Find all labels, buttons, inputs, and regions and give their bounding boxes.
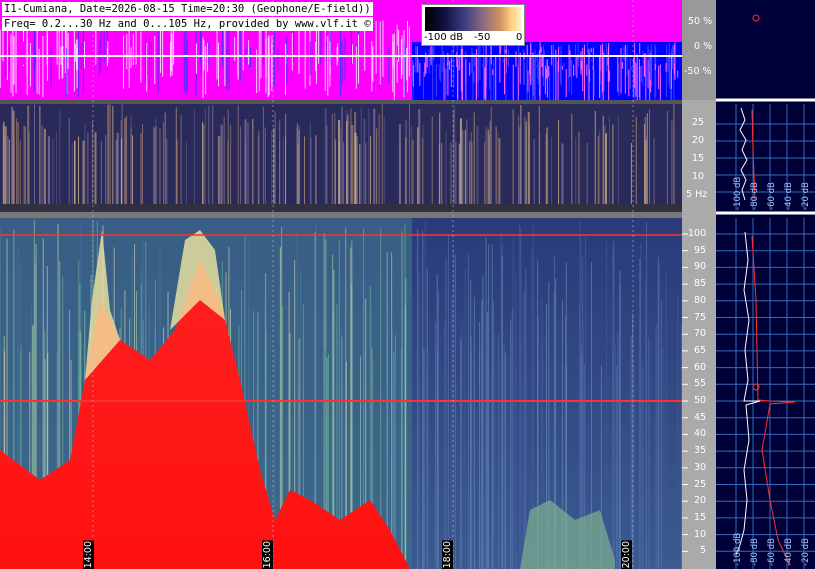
time-label: 18:00 [442, 540, 453, 569]
spec-db-label: -100 dB [733, 176, 743, 210]
hf-tick: 90 [694, 261, 707, 273]
colorbar: -100 dB -50 0 [421, 4, 525, 46]
hf-tick: 80 [694, 294, 707, 306]
colorbar-label-max: 0 [516, 32, 523, 43]
time-label: 14:00 [83, 540, 94, 569]
time-label: 16:00 [262, 540, 273, 569]
lf-tick: 20 [692, 135, 705, 146]
spec-db-label: -60 dB [767, 538, 777, 566]
hf-tick: 20 [694, 495, 707, 507]
hf-tick: 95 [694, 244, 707, 256]
spec-db-label: -40 dB [784, 182, 794, 210]
spec-db-label: -80 dB [750, 182, 760, 210]
amp-tick: 0 % [694, 41, 713, 52]
hf-tick: 60 [694, 361, 707, 373]
hf-tick: 50 [694, 395, 707, 406]
hf-tick: 40 [694, 428, 707, 440]
spec-db-label: -20 dB [801, 538, 811, 566]
hf-tick: 10 [694, 528, 707, 540]
hf-tick: 75 [694, 311, 707, 323]
lf-tick: 10 [692, 171, 705, 182]
lf-tick: 25 [692, 117, 705, 128]
colorbar-label-min: -100 dB [424, 32, 464, 43]
high-frequency-spectrogram [0, 218, 683, 569]
spec-db-label: -100 dB [733, 532, 743, 566]
hf-tick: 45 [694, 411, 707, 423]
hf-tick: 25 [694, 478, 707, 490]
spectrum-panel [716, 0, 815, 569]
lf-tick: 5 Hz [686, 189, 708, 200]
spectrogram-display [0, 0, 815, 569]
hf-tick: 5 [700, 545, 707, 557]
spec-db-label: -40 dB [784, 538, 794, 566]
header-title: I1-Cumiana, Date=2026-08-15 Time=20:30 (… [2, 2, 373, 16]
header-frequency: Freq= 0.2...30 Hz and 0...105 Hz, provid… [2, 17, 373, 31]
colorbar-gradient [425, 7, 521, 31]
lf-tick: 15 [692, 153, 705, 164]
hf-tick: 30 [694, 461, 707, 473]
spec-db-label: -60 dB [767, 182, 777, 210]
spec-db-label: -80 dB [750, 538, 760, 566]
hf-tick: 85 [694, 278, 707, 290]
spec-db-label: -20 dB [801, 182, 811, 210]
amp-tick: 50 % [688, 16, 713, 27]
hf-tick: 15 [694, 511, 707, 523]
hf-tick: 35 [694, 445, 707, 457]
colorbar-label-mid: -50 [474, 32, 491, 43]
hf-tick: 55 [694, 378, 707, 390]
time-label: 20:00 [621, 540, 632, 569]
hf-tick: 100 [688, 228, 707, 239]
low-frequency-spectrogram [0, 104, 682, 212]
amp-tick: -50 % [684, 66, 712, 77]
hf-tick: 65 [694, 344, 707, 356]
hf-tick: 70 [694, 328, 707, 340]
